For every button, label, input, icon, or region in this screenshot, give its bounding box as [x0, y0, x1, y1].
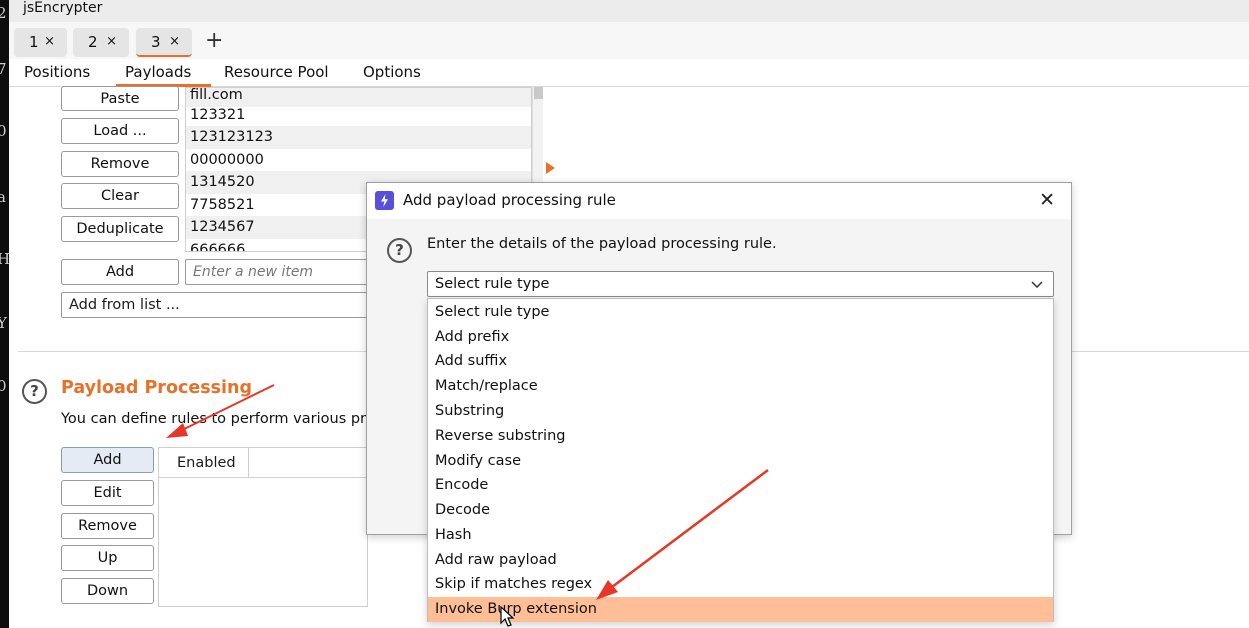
- expand-arrow-icon[interactable]: [546, 162, 555, 174]
- remove-payload-button[interactable]: Remove: [61, 151, 179, 177]
- option-reverse-substring[interactable]: Reverse substring: [428, 424, 1053, 449]
- add-payload-button[interactable]: Add: [61, 259, 179, 285]
- remove-rule-button[interactable]: Remove: [61, 513, 154, 539]
- close-icon[interactable]: ×: [44, 28, 55, 56]
- section-title: Payload Processing: [61, 378, 253, 398]
- burp-icon: [375, 191, 394, 210]
- tab-options[interactable]: Options: [363, 63, 421, 81]
- dialog-description: Enter the details of the payload process…: [427, 236, 777, 252]
- strip-glyph: 0: [0, 122, 7, 140]
- tab-resource-pool[interactable]: Resource Pool: [224, 63, 329, 81]
- option-invoke-burp-extension[interactable]: Invoke Burp extension: [428, 597, 1053, 622]
- list-item[interactable]: 123123123: [186, 126, 531, 149]
- rule-type-select[interactable]: Select rule type: [427, 271, 1054, 297]
- scrollbar-thumb[interactable]: [534, 87, 543, 99]
- list-item[interactable]: 123321: [186, 104, 531, 127]
- option-decode[interactable]: Decode: [428, 498, 1053, 523]
- list-item[interactable]: 00000000: [186, 149, 531, 172]
- intruder-subtabs: Positions Payloads Resource Pool Options: [9, 59, 1249, 87]
- rule-type-dropdown[interactable]: Select rule type Add prefix Add suffix M…: [427, 298, 1054, 622]
- load-button[interactable]: Load ...: [61, 118, 179, 144]
- add-rule-button[interactable]: Add: [61, 447, 154, 473]
- tab-label: 3: [151, 33, 161, 51]
- chevron-down-icon[interactable]: [1031, 272, 1043, 298]
- option-select-rule-type[interactable]: Select rule type: [428, 300, 1053, 325]
- attack-tab-bar: 1 × 2 × 3 × +: [9, 22, 1249, 59]
- tab-label: 1: [29, 33, 39, 51]
- tab-label: 2: [88, 33, 98, 51]
- close-icon[interactable]: ×: [169, 28, 180, 56]
- deduplicate-button[interactable]: Deduplicate: [61, 216, 179, 242]
- select-value: Select rule type: [435, 276, 550, 292]
- add-from-list-select[interactable]: Add from list ...: [61, 292, 375, 318]
- strip-glyph: a: [0, 188, 6, 206]
- window-title-bar: jsEncrypter: [9, 0, 1249, 22]
- option-substring[interactable]: Substring: [428, 399, 1053, 424]
- down-rule-button[interactable]: Down: [61, 578, 154, 604]
- attack-tab-2[interactable]: 2 ×: [73, 28, 129, 57]
- strip-glyph: Y: [0, 314, 7, 332]
- background-window-strip: 2 7 0 a H Y 0: [0, 0, 11, 628]
- window-title: jsEncrypter: [23, 0, 103, 16]
- section-description: You can define rules to perform various …: [61, 411, 375, 427]
- option-modify-case[interactable]: Modify case: [428, 449, 1053, 474]
- help-icon[interactable]: ?: [387, 238, 412, 263]
- strip-glyph: 0: [0, 377, 7, 395]
- rules-table[interactable]: Enabled: [158, 447, 368, 607]
- option-encode[interactable]: Encode: [428, 473, 1053, 498]
- attack-tab-1[interactable]: 1 ×: [14, 28, 67, 57]
- option-skip-if-matches-regex[interactable]: Skip if matches regex: [428, 572, 1053, 597]
- option-add-raw-payload[interactable]: Add raw payload: [428, 548, 1053, 573]
- dialog-title: Add payload processing rule: [403, 191, 616, 209]
- close-icon[interactable]: ×: [106, 28, 117, 56]
- dialog-title-bar: Add payload processing rule ✕: [367, 183, 1071, 219]
- option-add-suffix[interactable]: Add suffix: [428, 349, 1053, 374]
- strip-glyph: H: [0, 250, 11, 268]
- header-divider: [249, 477, 367, 478]
- strip-glyph: 2: [0, 4, 7, 22]
- mouse-cursor-icon: [500, 606, 515, 627]
- plus-icon[interactable]: +: [205, 26, 223, 56]
- tab-positions[interactable]: Positions: [24, 63, 90, 81]
- strip-glyph: 7: [0, 60, 7, 78]
- option-add-prefix[interactable]: Add prefix: [428, 325, 1053, 350]
- tab-payloads[interactable]: Payloads: [125, 63, 191, 81]
- new-item-input[interactable]: Enter a new item: [185, 259, 375, 285]
- clear-button[interactable]: Clear: [61, 183, 179, 209]
- up-rule-button[interactable]: Up: [61, 545, 154, 571]
- attack-tab-3[interactable]: 3 ×: [136, 28, 192, 57]
- option-hash[interactable]: Hash: [428, 523, 1053, 548]
- help-icon[interactable]: ?: [22, 379, 47, 404]
- option-match-replace[interactable]: Match/replace: [428, 374, 1053, 399]
- column-header-enabled[interactable]: Enabled: [159, 448, 249, 478]
- close-icon[interactable]: ✕: [1039, 189, 1055, 211]
- paste-button[interactable]: Paste: [61, 86, 179, 111]
- edit-rule-button[interactable]: Edit: [61, 480, 154, 506]
